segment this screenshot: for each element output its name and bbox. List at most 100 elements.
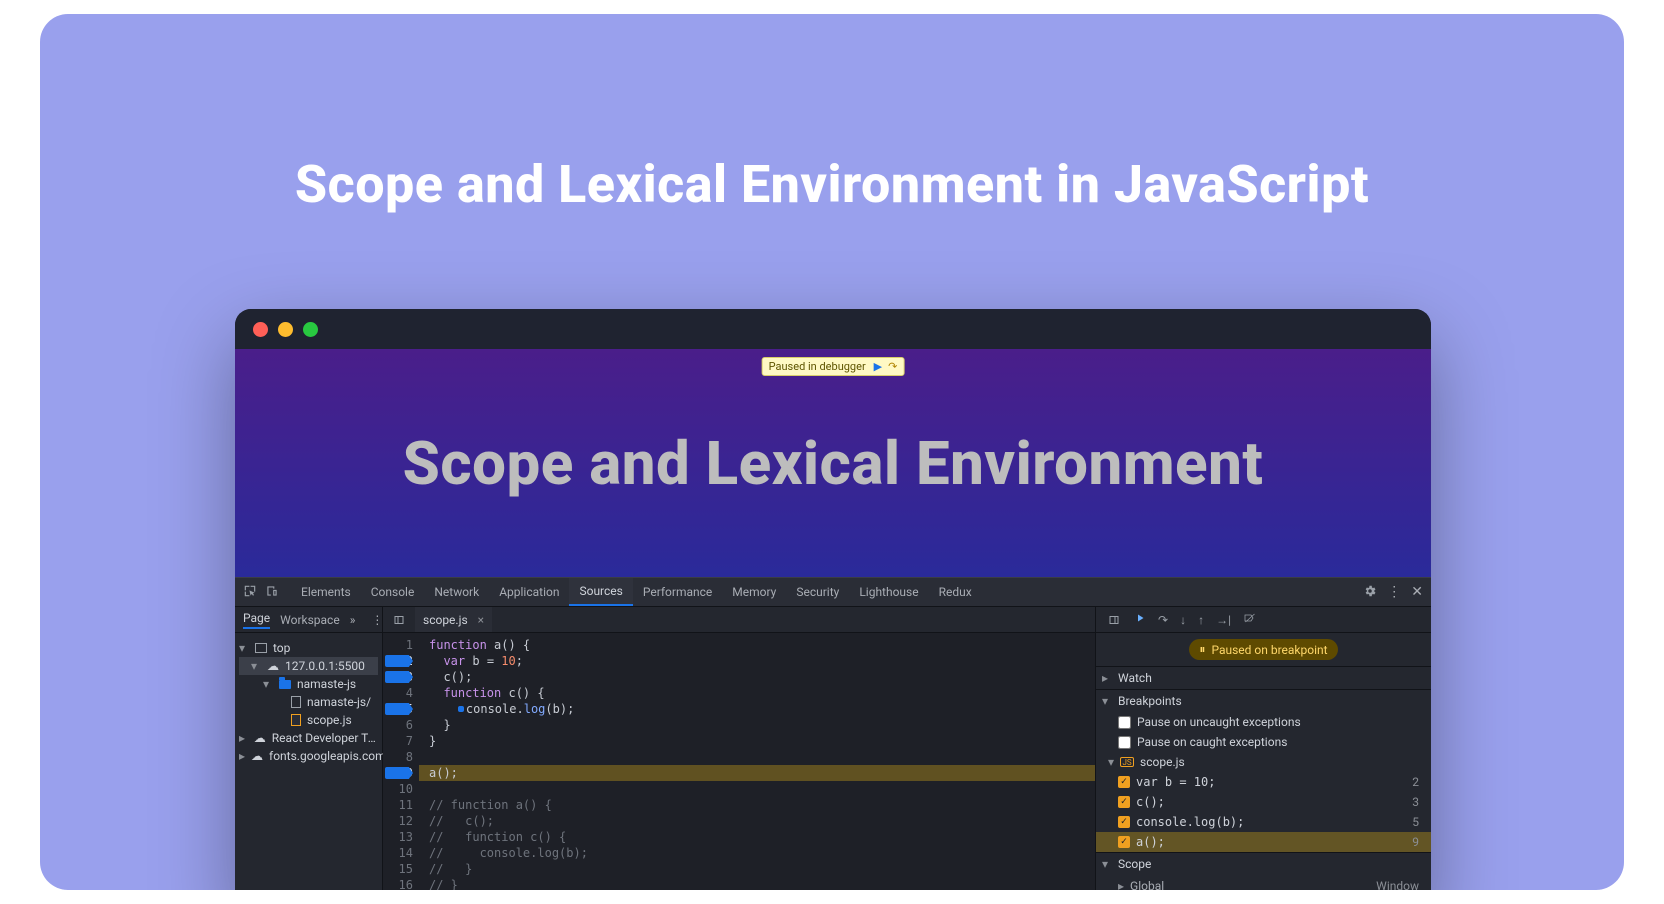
tab-memory[interactable]: Memory [722, 578, 786, 606]
devtools-settings-icon[interactable] [1363, 584, 1377, 601]
code-editor[interactable]: 12345678910111213141516171819 function a… [383, 633, 1095, 890]
gutter-line[interactable]: 2 [383, 653, 419, 669]
breakpoint-checkbox-icon[interactable]: ✓ [1118, 836, 1130, 848]
tab-application[interactable]: Application [489, 578, 569, 606]
folder-icon [279, 680, 291, 689]
gutter-line[interactable]: 4 [383, 685, 419, 701]
gutter-line[interactable]: 9 [383, 765, 419, 781]
devtools-more-icon[interactable]: ⋮ [1387, 584, 1401, 600]
breakpoint-line-number: 3 [1412, 795, 1425, 809]
breakpoint-line-number: 2 [1412, 775, 1425, 789]
step-icon[interactable]: →| [1216, 613, 1231, 627]
breakpoint-item[interactable]: ✓console.log(b);5 [1096, 812, 1431, 832]
page-viewport: Paused in debugger ▶ ↷ Scope and Lexical… [235, 349, 1431, 577]
tab-security[interactable]: Security [786, 578, 849, 606]
paused-breakpoint-pill: ⏸ Paused on breakpoint [1189, 639, 1337, 660]
scope-global-row[interactable]: ▸ Global Window [1096, 875, 1431, 890]
close-file-tab-icon[interactable]: × [478, 613, 484, 627]
editor-code: function a() { var b = 10; c(); function… [419, 633, 1095, 890]
scope-section-header[interactable]: ▾Scope [1096, 853, 1431, 875]
tree-fonts[interactable]: ▸☁ fonts.googleapis.com [239, 747, 378, 765]
breakpoints-label: Breakpoints [1118, 694, 1182, 708]
js-file-icon [291, 714, 301, 726]
editor-gutter[interactable]: 12345678910111213141516171819 [383, 633, 419, 890]
browser-window: Paused in debugger ▶ ↷ Scope and Lexical… [235, 309, 1431, 890]
subtab-more-icon[interactable]: ⋮ [371, 613, 383, 627]
gutter-line[interactable]: 11 [383, 797, 419, 813]
traffic-light-zoom-icon[interactable] [303, 322, 318, 337]
toggle-right-pane-icon[interactable] [1106, 612, 1122, 628]
breakpoint-item[interactable]: ✓c();3 [1096, 792, 1431, 812]
tree-file-label: scope.js [307, 713, 352, 727]
toggle-navigator-icon[interactable] [391, 612, 407, 628]
debugger-panel: ⏸ Paused on breakpoint ▸Watch ▾Breakpoin… [1095, 633, 1431, 890]
file-tab-label: scope.js [423, 613, 468, 627]
tab-lighthouse[interactable]: Lighthouse [849, 578, 928, 606]
watch-section-header[interactable]: ▸Watch [1096, 667, 1431, 689]
breakpoint-item[interactable]: ✓var b = 10;2 [1096, 772, 1431, 792]
breakpoint-item[interactable]: ✓a();9 [1096, 832, 1431, 852]
tree-folder-entry[interactable]: namaste-js/ [239, 693, 378, 711]
step-over-icon[interactable]: ↷ [888, 360, 897, 373]
tab-redux[interactable]: Redux [929, 578, 982, 606]
pause-caught-input[interactable] [1118, 736, 1131, 749]
breakpoint-file-row[interactable]: ▾ JS scope.js [1096, 752, 1431, 772]
gutter-line[interactable]: 10 [383, 781, 419, 797]
subtab-overflow-icon[interactable]: » [350, 613, 356, 627]
breakpoint-checkbox-icon[interactable]: ✓ [1118, 776, 1130, 788]
step-over-icon-small[interactable]: ↷ [1158, 613, 1168, 627]
gutter-line[interactable]: 8 [383, 749, 419, 765]
execution-cursor-icon [458, 706, 464, 712]
step-into-icon[interactable]: ↓ [1180, 613, 1186, 627]
resume-script-icon[interactable] [1134, 612, 1146, 627]
devtools-close-icon[interactable]: ✕ [1411, 584, 1423, 600]
tab-elements[interactable]: Elements [291, 578, 361, 606]
tab-sources[interactable]: Sources [569, 578, 632, 606]
step-out-icon[interactable]: ↑ [1198, 613, 1204, 627]
gutter-line[interactable]: 5 [383, 701, 419, 717]
tree-top[interactable]: ▾ top [239, 639, 378, 657]
gutter-line[interactable]: 6 [383, 717, 419, 733]
js-badge-icon: JS [1120, 757, 1134, 767]
tab-performance[interactable]: Performance [633, 578, 722, 606]
pause-caught-checkbox[interactable]: Pause on caught exceptions [1096, 732, 1431, 752]
gutter-line[interactable]: 13 [383, 829, 419, 845]
deactivate-breakpoints-icon[interactable] [1243, 612, 1255, 627]
breakpoint-checkbox-icon[interactable]: ✓ [1118, 816, 1130, 828]
tree-file[interactable]: scope.js [239, 711, 378, 729]
breakpoints-section-header[interactable]: ▾Breakpoints [1096, 690, 1431, 712]
pause-uncaught-input[interactable] [1118, 716, 1131, 729]
traffic-light-close-icon[interactable] [253, 322, 268, 337]
resume-icon[interactable]: ▶ [874, 360, 882, 373]
gutter-line[interactable]: 3 [383, 669, 419, 685]
code-line: // c(); [429, 813, 1095, 829]
code-line [429, 749, 1095, 765]
breakpoint-line-number: 5 [1412, 815, 1425, 829]
pause-uncaught-checkbox[interactable]: Pause on uncaught exceptions [1096, 712, 1431, 732]
file-navigator: ▾ top ▾☁ 127.0.0.1:5500 ▾ namaste-js nam… [235, 633, 383, 890]
device-toolbar-icon[interactable] [265, 584, 279, 601]
gutter-line[interactable]: 14 [383, 845, 419, 861]
tree-rdt[interactable]: ▸☁ React Developer Tools [239, 729, 378, 747]
gutter-line[interactable]: 1 [383, 637, 419, 653]
cloud-icon: ☁ [254, 732, 266, 744]
gutter-line[interactable]: 7 [383, 733, 419, 749]
tree-folder[interactable]: ▾ namaste-js [239, 675, 378, 693]
code-line: // } [429, 861, 1095, 877]
code-line: } [429, 717, 1095, 733]
traffic-light-minimize-icon[interactable] [278, 322, 293, 337]
breakpoint-file-label: scope.js [1140, 755, 1185, 769]
subtab-workspace[interactable]: Workspace [280, 613, 340, 627]
inspect-element-icon[interactable] [243, 584, 257, 601]
gutter-line[interactable]: 16 [383, 877, 419, 890]
gutter-line[interactable]: 12 [383, 813, 419, 829]
gutter-line[interactable]: 15 [383, 861, 419, 877]
tree-host[interactable]: ▾☁ 127.0.0.1:5500 [239, 657, 378, 675]
editor-file-tab[interactable]: scope.js × [415, 607, 492, 632]
pause-uncaught-label: Pause on uncaught exceptions [1137, 715, 1301, 729]
breakpoint-checkbox-icon[interactable]: ✓ [1118, 796, 1130, 808]
tab-network[interactable]: Network [424, 578, 489, 606]
subtab-page[interactable]: Page [243, 611, 270, 629]
code-line: a(); [419, 765, 1095, 781]
tab-console[interactable]: Console [361, 578, 425, 606]
